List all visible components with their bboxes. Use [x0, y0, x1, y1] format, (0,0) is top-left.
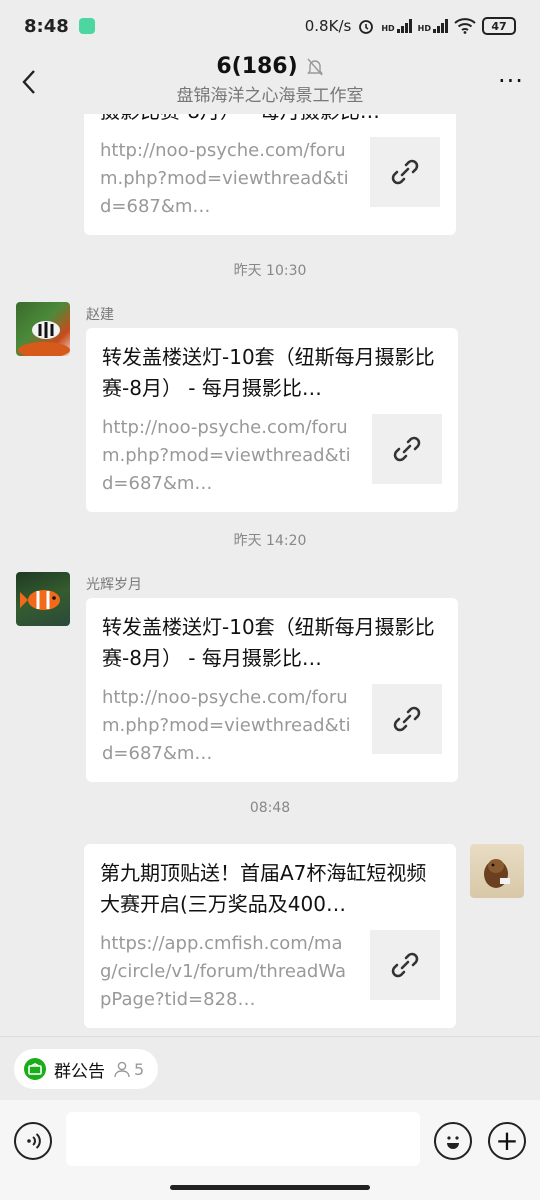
link-card-url: https://app.cmfish.com/mag/circle/v1/for… [100, 933, 347, 1010]
voice-input-button[interactable] [14, 1122, 52, 1160]
title-block: 6(186) 盘锦海洋之心海景工作室 [0, 54, 540, 106]
plus-icon: + [495, 1124, 519, 1157]
chat-messages[interactable]: 摄影比赛-8月） - 每月摄影比… http://noo-psyche.com/… [0, 114, 540, 1036]
hd-label: HD [417, 24, 431, 33]
sender-name: 光辉岁月 [86, 577, 142, 593]
group-notice-bar: 群公告 5 [0, 1036, 540, 1100]
link-card-url: http://noo-psyche.com/forum.php?mod=view… [102, 687, 351, 764]
avatar[interactable] [16, 302, 70, 356]
timestamp: 08:48 [249, 800, 291, 816]
link-card-title: 转发盖楼送灯-10套（纽斯每月摄影比赛-8月） - 每月摄影比… [102, 345, 435, 400]
timestamp: 昨天 10:30 [233, 263, 307, 279]
emoji-icon [447, 1136, 459, 1149]
mute-bell-icon [306, 58, 323, 75]
more-actions-button[interactable]: + [488, 1122, 526, 1160]
wifi-icon [454, 18, 476, 34]
group-notice-label: 群公告 [54, 1061, 105, 1082]
dog-avatar-image [484, 859, 510, 888]
alarm-icon [359, 20, 374, 34]
my-avatar[interactable] [470, 844, 524, 898]
hd-label: HD [381, 24, 395, 33]
battery-icon: 47 [482, 17, 516, 35]
message-input[interactable] [66, 1112, 420, 1166]
timestamp: 昨天 14:20 [233, 533, 307, 549]
link-card-url: http://noo-psyche.com/forum.php?mod=view… [100, 140, 349, 217]
signal-1: HD [381, 19, 412, 33]
link-icon [393, 436, 421, 462]
fish-avatar-image [18, 321, 70, 356]
link-thumbnail [370, 137, 440, 207]
link-card[interactable]: 第九期顶贴送！首届A7杯海缸短视频大赛开启(三万奖品及400… https://… [84, 844, 456, 1028]
avatar[interactable] [16, 572, 70, 626]
link-card-title: 第九期顶贴送！首届A7杯海缸短视频大赛开启(三万奖品及400… [100, 861, 427, 916]
member-count-value: 5 [134, 1059, 145, 1079]
member-count: 5 [113, 1060, 144, 1079]
link-thumbnail [372, 684, 442, 754]
link-card[interactable]: 转发盖楼送灯-10套（纽斯每月摄影比赛-8月） - 每月摄影比… http://… [86, 598, 458, 782]
more-options-button[interactable]: ··· [494, 64, 528, 98]
signal-2: HD [418, 19, 448, 33]
chat-title: 6(186) [216, 54, 298, 79]
group-notice-button[interactable]: 群公告 5 [14, 1049, 159, 1089]
clownfish-avatar-image [20, 590, 60, 610]
status-indicators: 0.8K/s HD HD 47 [305, 17, 516, 35]
sender-name: 赵建 [86, 307, 114, 323]
link-card[interactable]: 转发盖楼送灯-10套（纽斯每月摄影比赛-8月） - 每月摄影比… http://… [86, 328, 458, 512]
status-time: 8:48 [24, 15, 69, 37]
app-notification-icon [78, 18, 95, 34]
signal-bars-icon [433, 19, 448, 33]
emoji-button[interactable] [434, 1122, 472, 1160]
link-card[interactable]: 摄影比赛-8月） - 每月摄影比… http://noo-psyche.com/… [84, 114, 456, 235]
notice-icon [24, 1058, 46, 1080]
network-speed: 0.8K/s [304, 17, 352, 35]
chat-subtitle: 盘锦海洋之心海景工作室 [176, 86, 364, 106]
chat-header: 6(186) 盘锦海洋之心海景工作室 ··· [0, 52, 540, 114]
link-card-title: 摄影比赛-8月） - 每月摄影比… [100, 114, 440, 127]
signal-bars-icon [396, 19, 412, 33]
person-icon [114, 1061, 130, 1078]
link-icon [391, 159, 419, 185]
home-indicator[interactable] [170, 1185, 370, 1190]
link-icon [391, 952, 419, 978]
link-card-title: 转发盖楼送灯-10套（纽斯每月摄影比赛-8月） - 每月摄影比… [102, 615, 435, 670]
link-thumbnail [370, 930, 440, 1000]
status-bar: 8:48 0.8K/s HD HD 47 [0, 0, 540, 52]
more-dots-icon: ··· [498, 67, 524, 95]
link-thumbnail [372, 414, 442, 484]
voice-icon [27, 1133, 41, 1149]
link-card-url: http://noo-psyche.com/forum.php?mod=view… [102, 417, 351, 494]
link-icon [393, 706, 421, 732]
